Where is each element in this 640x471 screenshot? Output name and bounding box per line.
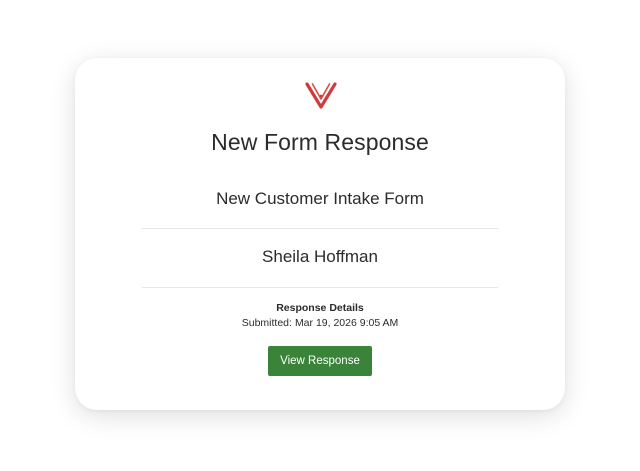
- email-preview-stage: New Form Response New Customer Intake Fo…: [0, 0, 640, 471]
- respondent-name: Sheila Hoffman: [262, 247, 378, 266]
- view-response-button[interactable]: View Response: [268, 346, 372, 376]
- submitted-timestamp: Submitted: Mar 19, 2026 9:05 AM: [75, 316, 565, 330]
- divider-top: [142, 228, 498, 229]
- divider-bottom: [142, 287, 498, 288]
- response-details-heading: Response Details: [276, 302, 364, 314]
- form-name: New Customer Intake Form: [216, 189, 424, 208]
- submitted-value: Mar 19, 2026 9:05 AM: [294, 317, 399, 329]
- submitted-label: Submitted:: [241, 317, 292, 329]
- page-title: New Form Response: [211, 129, 429, 155]
- notification-card: New Form Response New Customer Intake Fo…: [75, 58, 565, 410]
- v-brand-logo-icon: [305, 82, 337, 109]
